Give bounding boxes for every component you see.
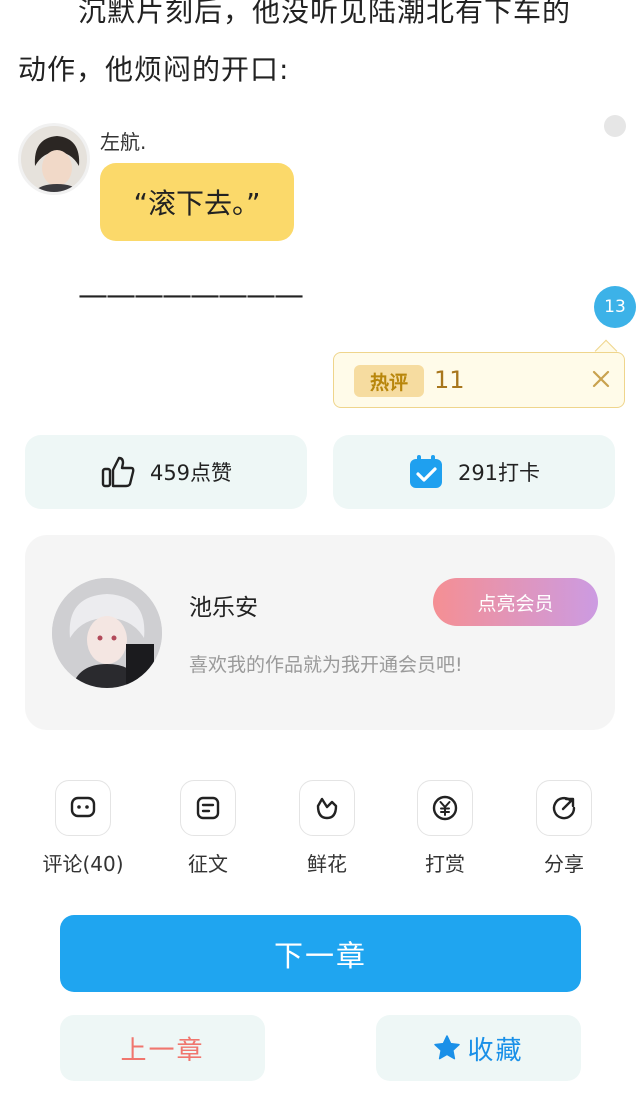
character-avatar[interactable] [18,123,90,195]
reward-action-label: 打赏 [425,852,465,876]
hot-comment-tag: 热评 [354,365,424,397]
previous-chapter-button[interactable]: 上一章 [60,1015,265,1081]
story-text-line: 动作，他烦闷的开口: [18,53,290,86]
story-text-line: 沉默片刻后，他没听见陆潮北有下车的 [78,0,572,28]
author-avatar[interactable] [52,578,162,688]
comment-action[interactable]: 评论(40) [33,780,133,877]
flower-action-label: 鲜花 [307,852,347,876]
character-name: 左航. [100,130,147,154]
activate-vip-button[interactable]: 点亮会员 [433,578,598,626]
essay-icon [180,780,236,836]
author-name: 池乐安 [189,595,258,621]
paragraph-comment-count-badge[interactable]: 13 [594,286,636,328]
essay-action-label: 征文 [188,852,228,876]
share-icon [536,780,592,836]
checkin-button[interactable]: 291打卡 [333,435,615,509]
close-icon[interactable] [586,364,616,394]
flower-action[interactable]: 鲜花 [277,780,377,877]
share-action[interactable]: 分享 [514,780,614,877]
comment-icon [55,780,111,836]
next-chapter-button[interactable]: 下一章 [60,915,581,992]
comment-action-label: 评论(40) [42,852,124,876]
hot-comment-popup[interactable]: 热评 11 [333,352,625,408]
essay-action[interactable]: 征文 [158,780,258,877]
section-separator: ———————— [78,278,304,313]
thumbs-up-icon [101,456,135,488]
flower-icon [299,780,355,836]
yen-coin-icon [417,780,473,836]
dialog-bubble: “滚下去。” [100,163,294,241]
share-action-label: 分享 [544,852,584,876]
star-icon [434,1035,461,1060]
reward-action[interactable]: 打赏 [395,780,495,877]
like-count-label: 459点赞 [149,461,233,485]
favorite-button[interactable]: 收藏 [376,1015,581,1081]
author-message: 喜欢我的作品就为我开通会员吧! [189,654,463,676]
hot-comment-count: 11 [434,366,465,394]
paragraph-comment-dot[interactable] [604,115,626,137]
like-button[interactable]: 459点赞 [25,435,307,509]
checkin-count-label: 291打卡 [457,461,541,485]
calendar-check-icon [409,455,442,488]
favorite-label: 收藏 [467,1035,524,1066]
